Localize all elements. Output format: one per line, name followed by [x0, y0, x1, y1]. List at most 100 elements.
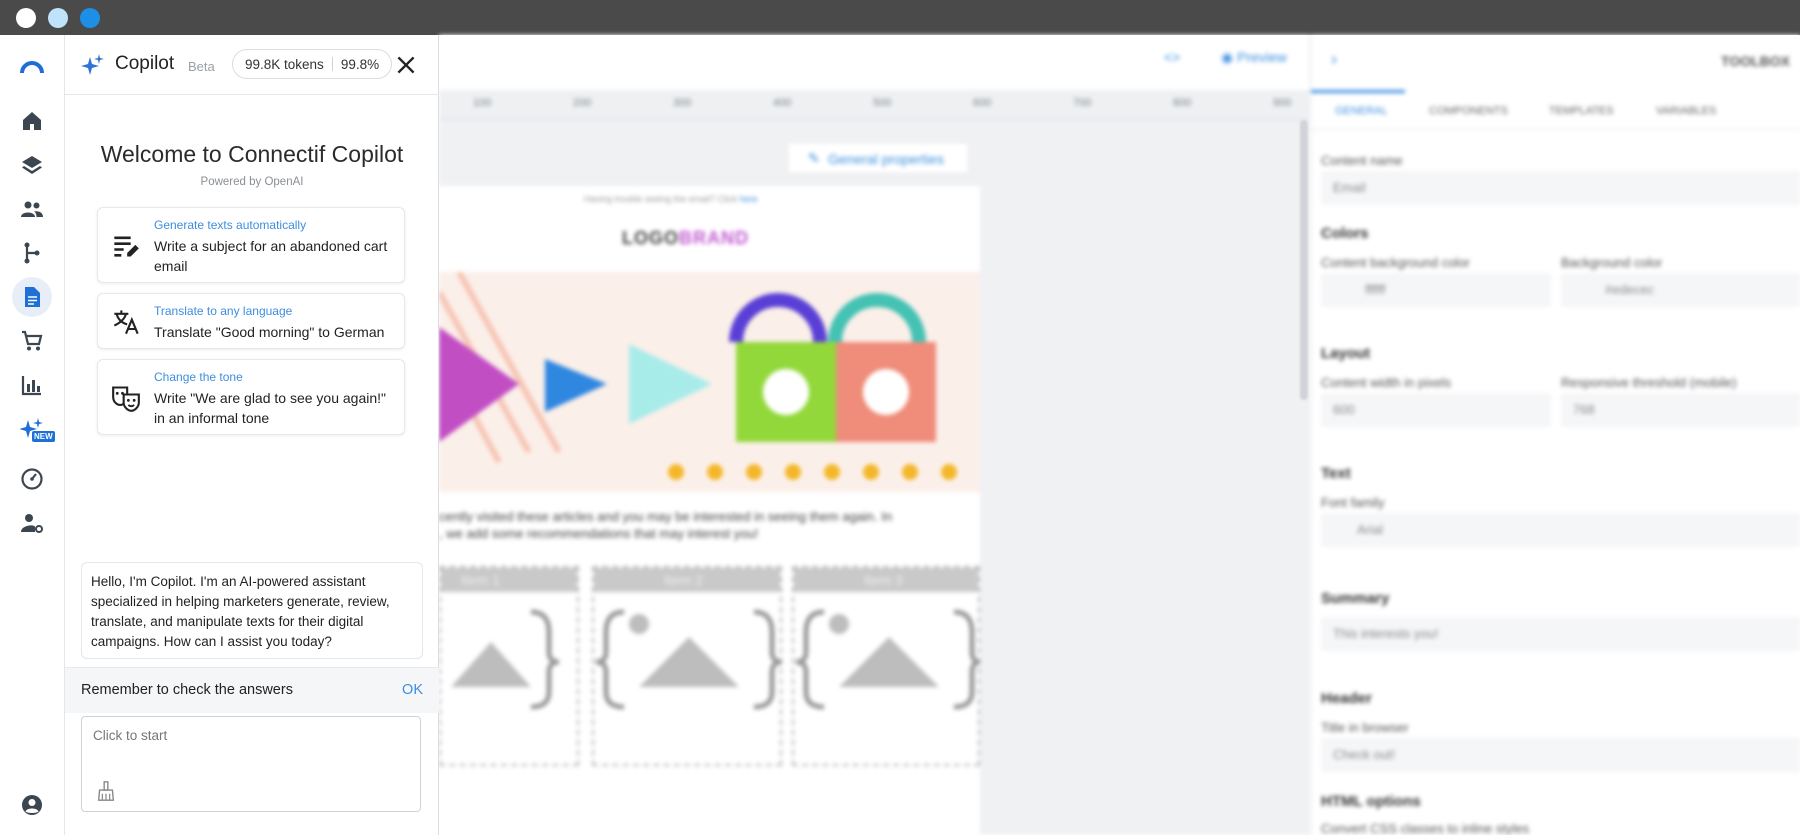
window-minimize-dot[interactable]: [48, 8, 68, 28]
toolbox-panel: › TOOLBOX GENERAL COMPONENTS TEMPLATES V…: [1310, 35, 1800, 835]
item-card[interactable]: Item 1: [439, 566, 579, 766]
content-name-label: Content name: [1321, 153, 1403, 168]
item-card[interactable]: Item 3: [792, 566, 981, 766]
suggestion-text: Write a subject for an abandoned cart em…: [154, 238, 388, 274]
ruler-tick: 600: [973, 97, 992, 109]
nav-ecommerce[interactable]: [12, 321, 52, 361]
copilot-sparkle-icon: [81, 54, 104, 75]
suggestion-card-translate[interactable]: Translate to any language Translate "Goo…: [97, 293, 405, 349]
prompt-placeholder: Click to start: [93, 728, 168, 743]
assistant-message: Hello, I'm Copilot. I'm an AI-powered as…: [81, 562, 423, 659]
code-view-icon[interactable]: <>: [1164, 49, 1180, 65]
nav-home[interactable]: [12, 101, 52, 141]
title-browser-input[interactable]: Check out!: [1321, 738, 1800, 772]
width-label: Content width in pixels: [1321, 375, 1452, 390]
email-hero-banner: [439, 272, 980, 492]
reminder-bar: Remember to check the answers OK: [65, 667, 439, 713]
app-sidebar: NEW: [0, 35, 65, 835]
content-name-input[interactable]: Email: [1321, 171, 1800, 205]
token-count: 99.8K tokens: [245, 56, 324, 72]
tab-components[interactable]: COMPONENTS: [1429, 105, 1508, 117]
nav-contacts[interactable]: [12, 189, 52, 229]
token-percent: 99.8%: [340, 56, 380, 72]
header-heading: Header: [1321, 690, 1372, 707]
nav-copilot[interactable]: NEW: [12, 409, 55, 449]
token-usage-badge: 99.8K tokens 99.8%: [232, 49, 393, 79]
suggestion-card-tone[interactable]: Change the tone Write "We are glad to se…: [97, 359, 405, 435]
editor-topbar: <> ◉ Preview: [439, 35, 1310, 90]
text-heading: Text: [1321, 465, 1351, 482]
users-icon: [21, 201, 43, 217]
ruler-tick: 800: [1173, 97, 1192, 109]
font-family-label: Font family: [1321, 495, 1385, 510]
window-maximize-dot[interactable]: [80, 8, 100, 28]
layout-heading: Layout: [1321, 345, 1371, 362]
app-logo[interactable]: [12, 45, 52, 85]
account-icon: [22, 795, 42, 815]
html-options-heading: HTML options: [1321, 793, 1421, 810]
threshold-label: Responsive threshold (mobile): [1561, 375, 1737, 390]
nav-performance[interactable]: [12, 459, 52, 499]
nav-contents[interactable]: [12, 277, 52, 317]
nav-workflows[interactable]: [12, 233, 52, 273]
trouble-line: Having trouble seeing the email? Click h…: [584, 194, 758, 204]
summary-input[interactable]: This interests you!: [1321, 617, 1800, 651]
email-editor-canvas: <> ◉ Preview 100 200 300 400 500 600 700…: [439, 35, 1310, 835]
tab-general[interactable]: GENERAL: [1335, 105, 1388, 117]
nav-layers[interactable]: [12, 145, 52, 185]
suggestion-card-generate[interactable]: Generate texts automatically Write a sub…: [97, 207, 405, 283]
window-close-dot[interactable]: [16, 8, 36, 28]
preview-button[interactable]: ◉ Preview: [1221, 49, 1287, 66]
nav-user-settings[interactable]: [12, 503, 52, 543]
close-icon[interactable]: [393, 52, 419, 78]
threshold-input[interactable]: 768: [1561, 393, 1800, 427]
nav-account[interactable]: [12, 785, 52, 825]
nav-analytics[interactable]: [12, 365, 52, 405]
editor-scrollbar[interactable]: [1300, 120, 1308, 400]
width-input[interactable]: 600: [1321, 393, 1551, 427]
new-badge: NEW: [32, 431, 55, 442]
convert-css-label: Convert CSS classes to inline styles: [1321, 821, 1530, 835]
item-card[interactable]: Item 2: [592, 566, 783, 766]
suggestion-category: Translate to any language: [154, 304, 293, 318]
suggestion-category: Change the tone: [154, 370, 243, 384]
suggestion-text: Write "We are glad to see you again!" in…: [154, 390, 386, 426]
title-browser-label: Title in browser: [1321, 720, 1409, 735]
tab-active-indicator: [1311, 90, 1405, 93]
horizontal-ruler: 100 200 300 400 500 600 700 800 900: [439, 90, 1310, 120]
bar-chart-icon: [21, 376, 41, 396]
bg-color-input[interactable]: #edecec: [1561, 273, 1800, 307]
copilot-title: Copilot: [115, 53, 175, 74]
ruler-tick: 100: [473, 97, 492, 109]
content-bg-input[interactable]: ffffff: [1321, 273, 1551, 307]
reminder-text: Remember to check the answers: [81, 682, 293, 698]
ruler-tick: 500: [873, 97, 892, 109]
email-body-text: cently visited these articles and you ma…: [439, 509, 893, 541]
general-properties-button[interactable]: ✎ General properties: [787, 142, 969, 174]
image-placeholder-icon: [795, 609, 981, 710]
workflow-icon: [24, 242, 40, 264]
welcome-heading: Welcome to Connectif Copilot: [100, 141, 404, 167]
tab-templates[interactable]: TEMPLATES: [1549, 105, 1614, 117]
email-preview[interactable]: Having trouble seeing the email? Click h…: [439, 186, 981, 835]
document-icon: [25, 287, 40, 307]
editor-workarea: ✎ General properties Having trouble seei…: [439, 120, 1310, 835]
toolbox-title: TOOLBOX: [1721, 53, 1790, 69]
gauge-icon: [21, 468, 43, 490]
reminder-ok-button[interactable]: OK: [402, 682, 423, 698]
ruler-tick: 300: [673, 97, 692, 109]
prompt-input[interactable]: Click to start: [81, 716, 421, 812]
theater-masks-icon: [112, 386, 140, 412]
pencil-icon: ✎: [808, 150, 820, 166]
layers-icon: [22, 156, 42, 174]
recommendation-grid: Item 1 Item 2 Item 3: [439, 566, 981, 835]
toolbox-tabs: GENERAL COMPONENTS TEMPLATES VARIABLES: [1311, 90, 1800, 130]
beta-label: Beta: [188, 59, 215, 74]
image-placeholder-icon: [595, 609, 783, 710]
font-family-select[interactable]: Arial: [1321, 513, 1800, 547]
colors-heading: Colors: [1321, 225, 1369, 242]
tab-variables[interactable]: VARIABLES: [1656, 105, 1716, 117]
broom-clear-icon[interactable]: [95, 780, 117, 802]
collapse-toolbox-icon[interactable]: ›: [1331, 49, 1337, 70]
powered-by-label: Powered by OpenAI: [200, 176, 304, 188]
